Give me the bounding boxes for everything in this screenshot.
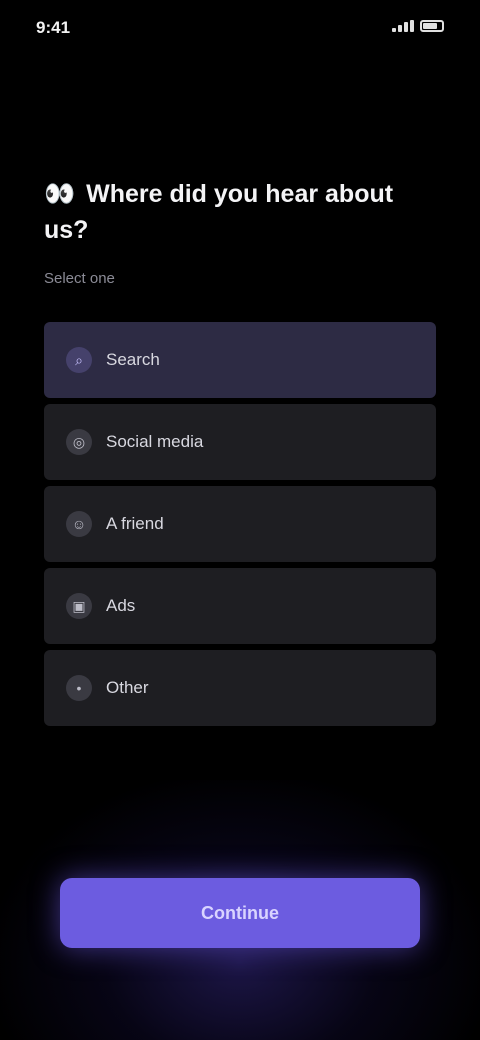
option-label: Other [106, 678, 149, 697]
continue-button[interactable]: Continue [60, 878, 420, 948]
question-subtitle: Select one [44, 270, 115, 287]
ads-icon: ▣ [66, 593, 92, 619]
social-icon: ◎ [66, 429, 92, 455]
signal-icon [392, 20, 414, 32]
option-label: Search [106, 350, 160, 369]
battery-icon [420, 20, 444, 32]
option-social-media[interactable]: ◎ Social media [44, 404, 436, 480]
other-icon: • [66, 675, 92, 701]
status-bar: 9:41 [0, 0, 480, 60]
friend-icon: ☺ [66, 511, 92, 537]
option-label: Ads [106, 596, 136, 615]
eyes-emoji-icon: 👀 [44, 180, 76, 208]
option-ads[interactable]: ▣ Ads [44, 568, 436, 644]
question-heading: 👀 Where did you hear about us? [44, 176, 436, 248]
search-icon: ⌕ [66, 347, 92, 373]
option-search[interactable]: ⌕ Search [44, 322, 436, 398]
option-label: Social media [106, 432, 204, 451]
option-other[interactable]: • Other [44, 650, 436, 726]
option-label: A friend [106, 514, 164, 533]
status-icons [392, 20, 444, 32]
answer-options-list: ⌕ Search ◎ Social media ☺ A friend ▣ Ads… [44, 322, 436, 726]
question-text: Where did you hear about us? [44, 180, 394, 244]
option-a-friend[interactable]: ☺ A friend [44, 486, 436, 562]
status-time: 9:41 [36, 18, 71, 37]
